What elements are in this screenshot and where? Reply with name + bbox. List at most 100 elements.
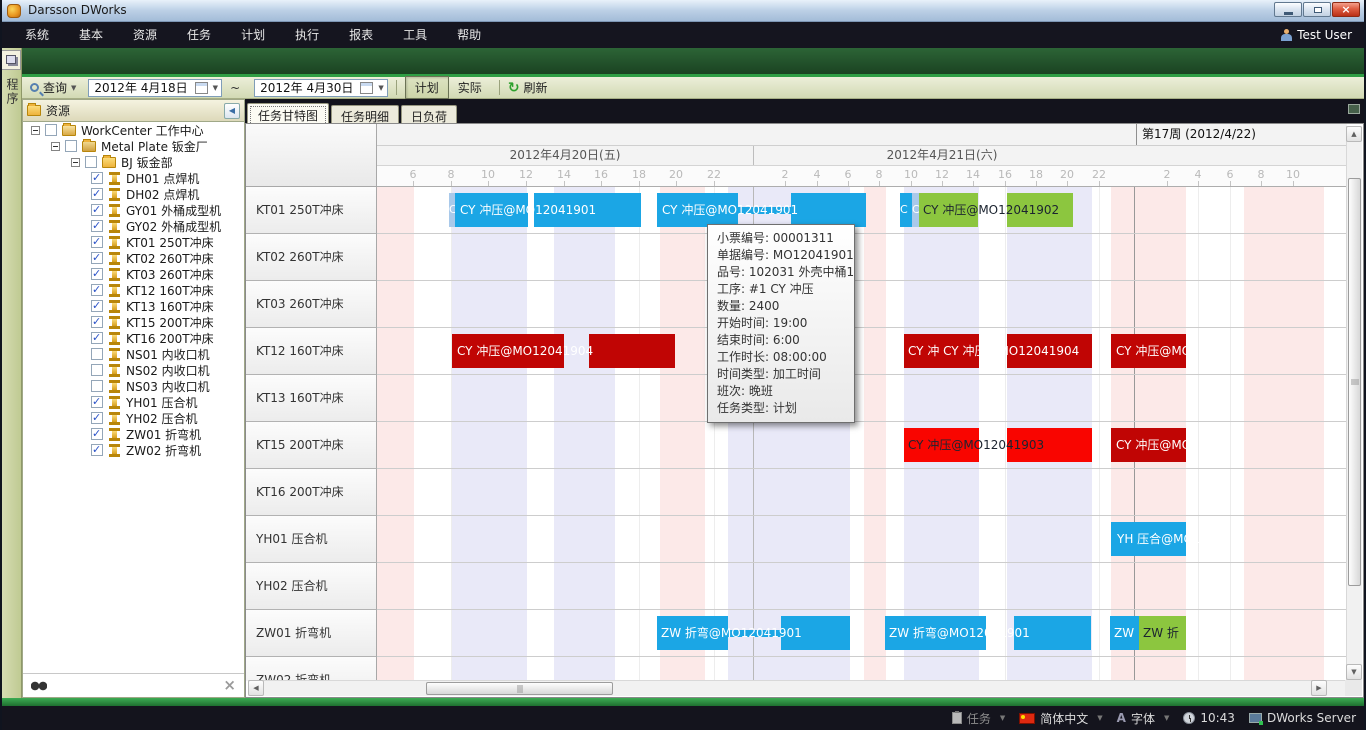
tree-checkbox[interactable] — [91, 428, 103, 440]
tree-checkbox[interactable] — [91, 172, 103, 184]
tree-item[interactable]: NS03 内收口机 — [23, 378, 244, 394]
tree-checkbox[interactable] — [91, 316, 103, 328]
status-item[interactable]: DWorks Server — [1249, 711, 1356, 725]
tree-checkbox[interactable] — [45, 124, 57, 136]
menu-item[interactable]: 系统 — [10, 22, 64, 48]
date-to-picker[interactable]: 2012年 4月30日 ▼ — [254, 79, 388, 97]
task-bar-segment[interactable] — [791, 193, 866, 227]
tree-item[interactable]: KT01 250T冲床 — [23, 234, 244, 250]
menu-item[interactable]: 执行 — [280, 22, 334, 48]
tree-expander-icon[interactable] — [31, 126, 40, 135]
date-to-dropdown-icon[interactable]: ▼ — [378, 84, 383, 92]
horizontal-scrollbar[interactable]: ◀ ▶ — [248, 680, 1345, 696]
minimize-button[interactable] — [1274, 2, 1302, 17]
tree-item[interactable]: NS01 内收口机 — [23, 346, 244, 362]
tree-item[interactable]: KT03 260T冲床 — [23, 266, 244, 282]
tree-expander-icon[interactable] — [51, 142, 60, 151]
tooltip-line: 品号: 102031 外壳中桶1 — [717, 264, 845, 281]
tree-checkbox[interactable] — [91, 284, 103, 296]
restore-panel-icon[interactable] — [1, 50, 21, 70]
calendar-icon[interactable] — [360, 82, 373, 94]
tree-checkbox[interactable] — [91, 300, 103, 312]
clear-filter-icon[interactable]: × — [223, 676, 236, 694]
task-bar-segment[interactable] — [589, 334, 675, 368]
scroll-right-icon[interactable]: ▶ — [1311, 680, 1327, 696]
tree-item[interactable]: GY01 外桶成型机 — [23, 202, 244, 218]
tree-item[interactable]: KT15 200T冲床 — [23, 314, 244, 330]
tree-item[interactable]: ZW02 折弯机 — [23, 442, 244, 458]
collapsed-program-panel[interactable]: 程序 — [0, 48, 22, 698]
refresh-button[interactable]: 刷新 — [524, 79, 548, 96]
dropdown-icon[interactable]: ▼ — [1164, 714, 1169, 722]
restore-button[interactable] — [1303, 2, 1331, 17]
menu-item[interactable]: 计划 — [226, 22, 280, 48]
vertical-scroll-thumb[interactable] — [1348, 178, 1361, 586]
menu-item[interactable]: 报表 — [334, 22, 388, 48]
query-button[interactable]: 查询 — [43, 79, 67, 96]
tree-item[interactable]: DH02 点焊机 — [23, 186, 244, 202]
menu-item[interactable]: 帮助 — [442, 22, 496, 48]
date-from-value[interactable]: 2012年 4月18日 — [89, 79, 192, 96]
tree-item[interactable]: YH01 压合机 — [23, 394, 244, 410]
scroll-down-icon[interactable]: ▼ — [1346, 664, 1362, 680]
scroll-up-icon[interactable]: ▲ — [1346, 126, 1362, 142]
horizontal-scroll-thumb[interactable] — [426, 682, 613, 695]
tree-checkbox[interactable] — [91, 444, 103, 456]
status-item[interactable]: A字体▼ — [1117, 710, 1170, 727]
menu-item[interactable]: 资源 — [118, 22, 172, 48]
tree-checkbox[interactable] — [65, 140, 77, 152]
tree-checkbox[interactable] — [91, 204, 103, 216]
status-item-label: 简体中文 — [1040, 710, 1088, 727]
tree-checkbox[interactable] — [91, 380, 103, 392]
task-bar-segment[interactable]: C — [900, 193, 912, 227]
tree-item[interactable]: YH02 压合机 — [23, 410, 244, 426]
tree-checkbox[interactable] — [85, 156, 97, 168]
tree-checkbox[interactable] — [91, 188, 103, 200]
find-icon[interactable] — [31, 680, 47, 691]
tree-checkbox[interactable] — [91, 364, 103, 376]
plan-toggle-button[interactable]: 计划 — [405, 76, 449, 99]
date-to-value[interactable]: 2012年 4月30日 — [255, 79, 358, 96]
current-user[interactable]: Test User — [1281, 22, 1352, 48]
status-item[interactable]: 任务▼ — [952, 710, 1005, 727]
date-from-dropdown-icon[interactable]: ▼ — [213, 84, 218, 92]
collapse-panel-button[interactable]: ◀ — [224, 103, 240, 119]
actual-toggle-button[interactable]: 实际 — [449, 77, 491, 98]
menu-item[interactable]: 基本 — [64, 22, 118, 48]
tree-checkbox[interactable] — [91, 236, 103, 248]
tree-checkbox[interactable] — [91, 412, 103, 424]
close-button[interactable]: × — [1332, 2, 1360, 17]
menu-item[interactable]: 工具 — [388, 22, 442, 48]
menu-item[interactable]: 任务 — [172, 22, 226, 48]
hour-tick-mark — [1198, 181, 1199, 186]
tree-item[interactable]: DH01 点焊机 — [23, 170, 244, 186]
tree-item[interactable]: KT16 200T冲床 — [23, 330, 244, 346]
tree-item[interactable]: KT02 260T冲床 — [23, 250, 244, 266]
dropdown-icon[interactable]: ▼ — [1000, 714, 1005, 722]
tree-checkbox[interactable] — [91, 220, 103, 232]
tree-item[interactable]: Metal Plate 钣金厂 — [23, 138, 244, 154]
tree-checkbox[interactable] — [91, 348, 103, 360]
status-item[interactable]: 简体中文 ▼ — [1019, 710, 1102, 727]
vertical-scrollbar[interactable]: ▲ ▼ — [1346, 126, 1362, 680]
tree-item[interactable]: WorkCenter 工作中心 — [23, 122, 244, 138]
tree-item[interactable]: BJ 钣金部 — [23, 154, 244, 170]
tree-checkbox[interactable] — [91, 252, 103, 264]
window-list-icon[interactable] — [1348, 104, 1360, 114]
scroll-left-icon[interactable]: ◀ — [248, 680, 264, 696]
tree-item[interactable]: KT13 160T冲床 — [23, 298, 244, 314]
task-bar-segment[interactable]: C — [912, 193, 919, 227]
tree-checkbox[interactable] — [91, 396, 103, 408]
tree-checkbox[interactable] — [91, 268, 103, 280]
dropdown-icon[interactable]: ▼ — [1097, 714, 1102, 722]
tree-item[interactable]: GY02 外桶成型机 — [23, 218, 244, 234]
tree-expander-icon[interactable] — [71, 158, 80, 167]
tree-item[interactable]: NS02 内收口机 — [23, 362, 244, 378]
tree-checkbox[interactable] — [91, 332, 103, 344]
query-dropdown-icon[interactable]: ▼ — [71, 84, 76, 92]
tree-item[interactable]: KT12 160T冲床 — [23, 282, 244, 298]
status-item[interactable]: 10:43 — [1183, 711, 1235, 725]
tree-item[interactable]: ZW01 折弯机 — [23, 426, 244, 442]
date-from-picker[interactable]: 2012年 4月18日 ▼ — [88, 79, 222, 97]
calendar-icon[interactable] — [195, 82, 208, 94]
